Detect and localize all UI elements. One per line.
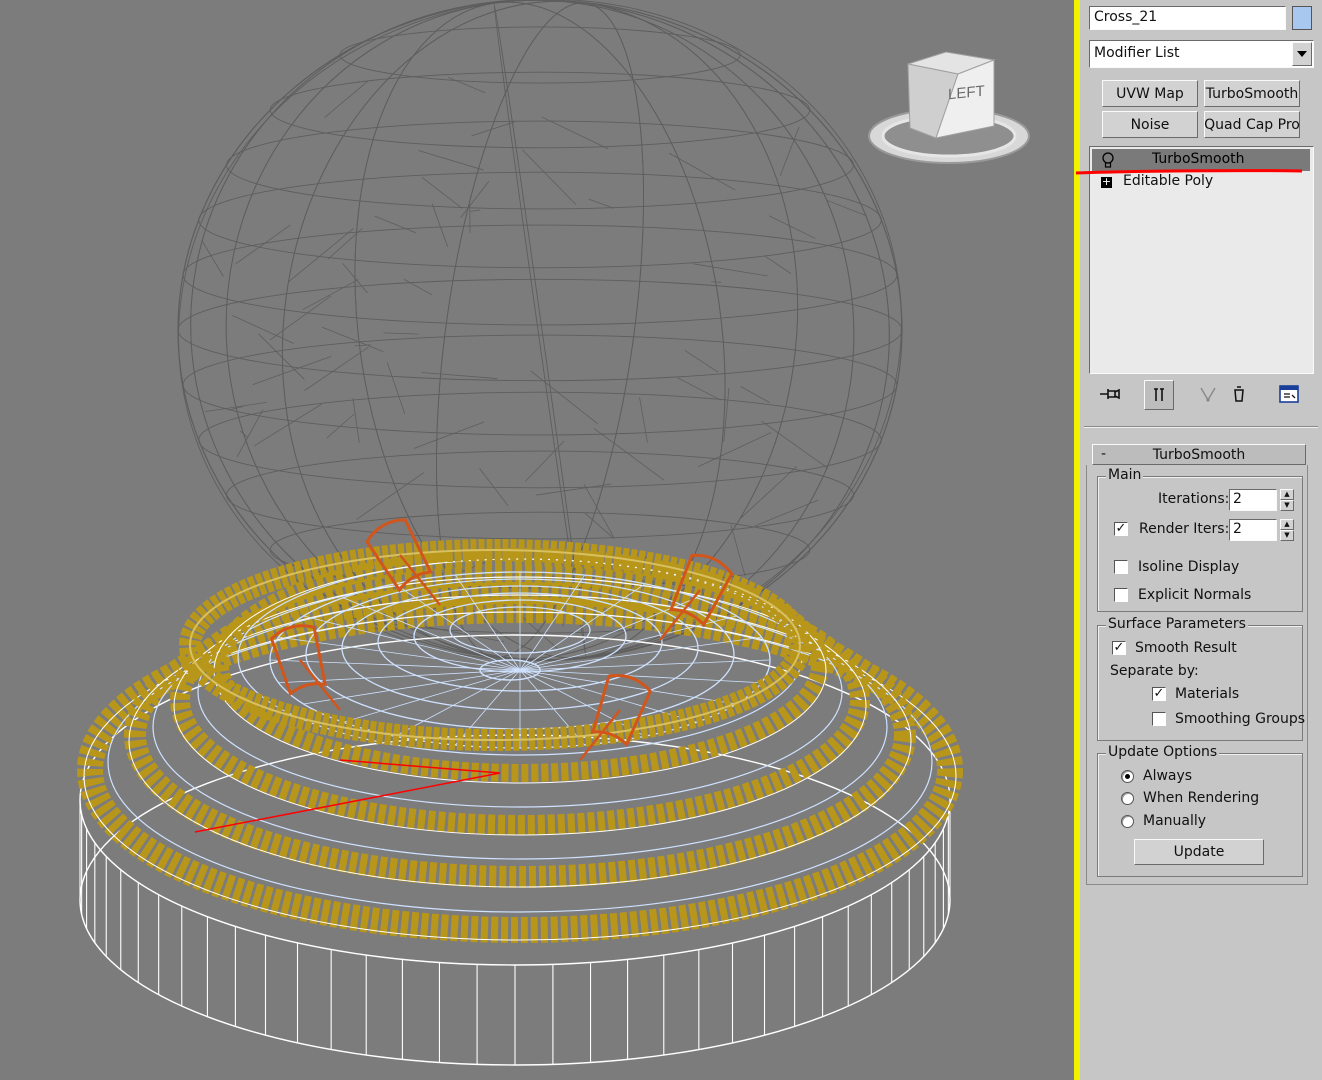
materials-checkbox[interactable]: ✓ [1152, 687, 1166, 701]
rollout-title: TurboSmooth [1152, 446, 1246, 463]
when-rendering-radio[interactable] [1121, 792, 1134, 805]
explicit-normals-checkbox[interactable] [1114, 588, 1128, 602]
isoline-display-label: Isoline Display [1138, 559, 1240, 575]
manually-label: Manually [1143, 813, 1207, 829]
render-iters-checkbox[interactable]: ✓ [1114, 522, 1128, 536]
separate-by-label: Separate by: [1110, 663, 1199, 679]
configure-modifier-sets-icon[interactable] [1276, 381, 1302, 407]
manually-radio[interactable] [1121, 815, 1134, 828]
modify-panel: Cross_21 Modifier List UVW Map TurboSmoo… [1075, 0, 1322, 1080]
panel-separator [1084, 426, 1318, 428]
isoline-display-checkbox[interactable] [1114, 560, 1128, 574]
base-disc-wireframe [79, 634, 951, 1066]
always-radio[interactable] [1121, 770, 1134, 783]
iterations-spinner[interactable]: ▲ ▼ [1280, 489, 1294, 511]
update-options-legend: Update Options [1106, 744, 1220, 760]
viewcube[interactable]: LEFT [866, 48, 1034, 168]
materials-label: Materials [1175, 686, 1240, 702]
always-label: Always [1143, 768, 1193, 784]
show-end-result-icon[interactable] [1144, 380, 1174, 410]
turbosmooth-rollout-header[interactable]: - TurboSmooth [1092, 444, 1306, 465]
render-iters-value: 2 [1233, 521, 1242, 537]
render-iters-label: Render Iters: [1139, 521, 1230, 537]
iterations-input[interactable]: 2 [1229, 489, 1277, 511]
surface-parameters-legend: Surface Parameters [1106, 616, 1248, 632]
main-legend: Main [1106, 467, 1144, 483]
render-iters-input[interactable]: 2 [1229, 519, 1277, 541]
smoothing-groups-checkbox[interactable] [1152, 712, 1166, 726]
inner-bowl-wireframe [269, 571, 771, 749]
render-iters-spinner[interactable]: ▲ ▼ [1280, 519, 1294, 541]
rollout-collapse-toggle[interactable]: - [1101, 446, 1106, 462]
chevron-down-icon[interactable] [1292, 42, 1312, 66]
smoothing-groups-label: Smoothing Groups [1175, 711, 1306, 727]
when-rendering-label: When Rendering [1143, 790, 1260, 806]
iterations-value: 2 [1233, 491, 1242, 507]
explicit-normals-label: Explicit Normals [1138, 587, 1252, 603]
annotation-underline [1075, 169, 1303, 175]
make-unique-icon[interactable] [1195, 381, 1221, 407]
perspective-viewport[interactable]: LEFT [0, 0, 1074, 1080]
surface-parameters-group: Surface Parameters ✓ Smooth Result Separ… [1097, 616, 1306, 741]
noise-button[interactable]: Noise [1102, 111, 1198, 138]
modifier-list-value: Modifier List [1094, 45, 1180, 61]
smooth-result-checkbox[interactable]: ✓ [1112, 641, 1126, 655]
update-options-group: Update Options Always When Rendering Man… [1097, 744, 1303, 877]
modifier-stack-list[interactable]: TurboSmooth + Editable Poly [1089, 146, 1314, 374]
main-group: Main Iterations: 2 ▲ ▼ ✓ Render Iters: 2 … [1097, 467, 1303, 612]
uvw-map-button[interactable]: UVW Map [1102, 80, 1198, 107]
modifier-list-dropdown[interactable]: Modifier List [1089, 40, 1314, 68]
object-color-swatch[interactable] [1292, 6, 1312, 30]
remove-modifier-icon[interactable] [1226, 381, 1252, 407]
quad-cap-pro-button[interactable]: Quad Cap Pro [1204, 111, 1300, 138]
object-name-field[interactable]: Cross_21 [1089, 6, 1286, 30]
iterations-label: Iterations: [1158, 491, 1230, 507]
pin-stack-icon[interactable] [1097, 381, 1123, 407]
update-button[interactable]: Update [1134, 839, 1264, 865]
turbosmooth-button[interactable]: TurboSmooth [1204, 80, 1300, 107]
object-name-text: Cross_21 [1094, 9, 1158, 25]
smooth-result-label: Smooth Result [1135, 640, 1237, 656]
